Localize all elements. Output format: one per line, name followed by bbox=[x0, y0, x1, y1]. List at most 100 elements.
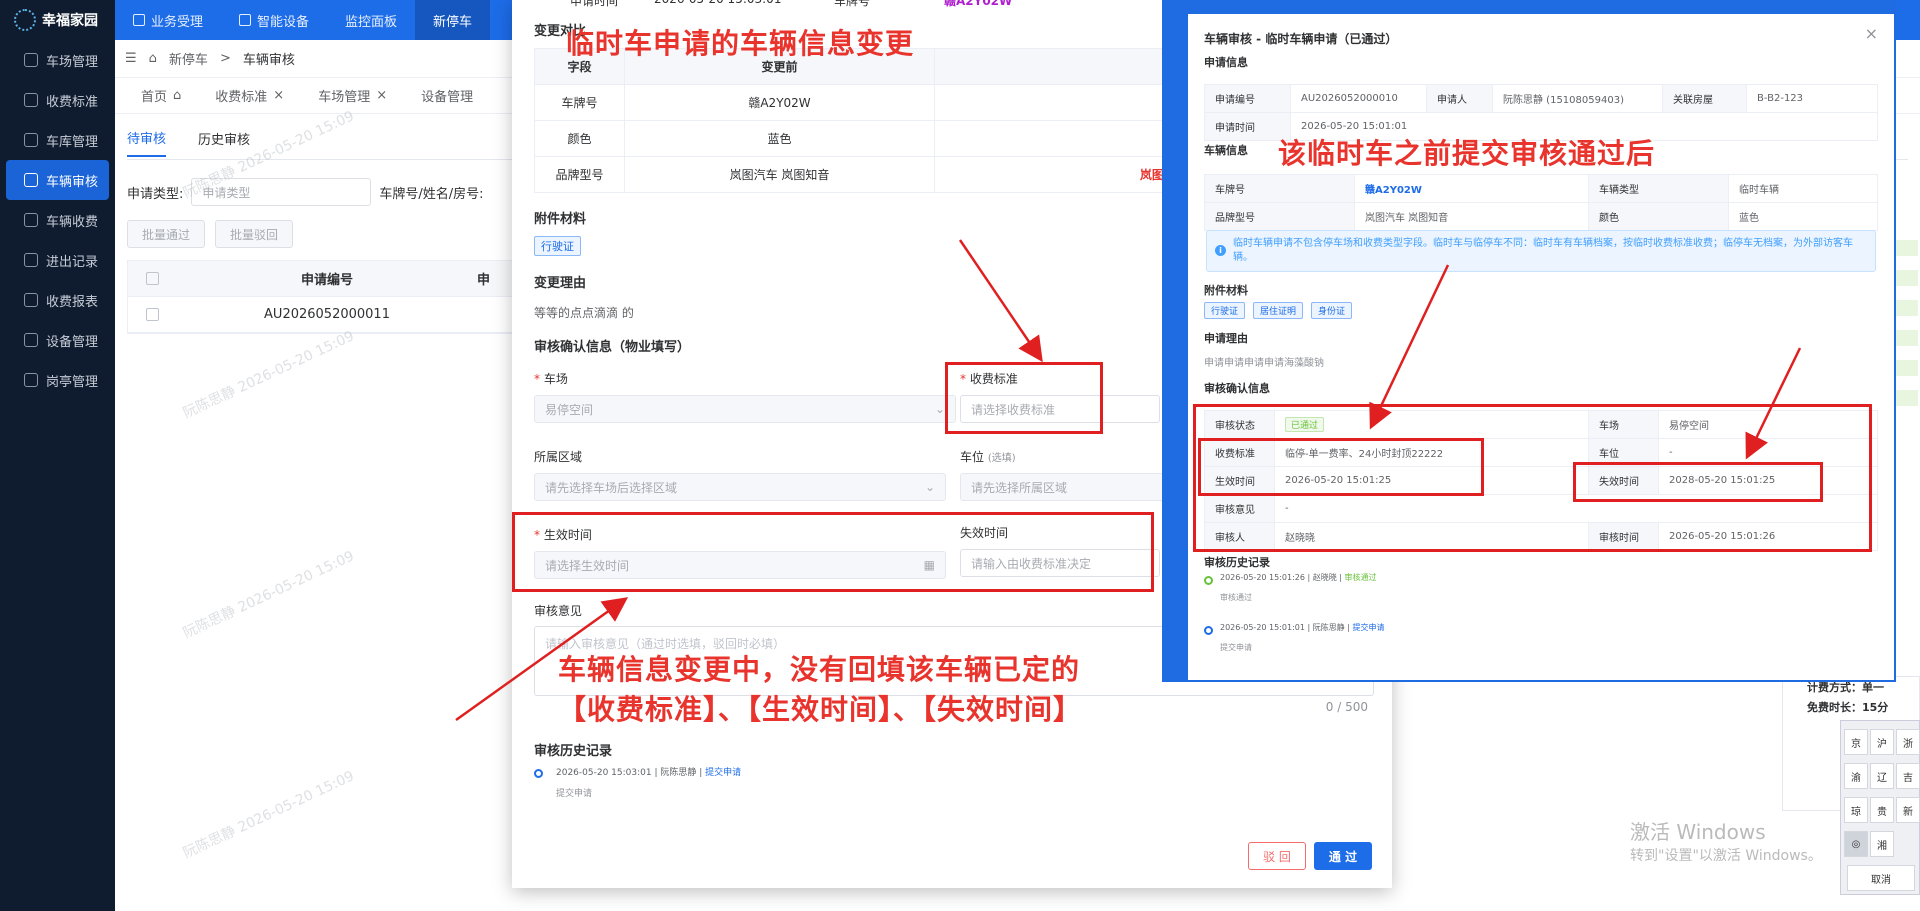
chevron-down-icon: ⌄ bbox=[924, 480, 935, 494]
attach-tag[interactable]: 身份证 bbox=[1311, 302, 1353, 319]
sidebar-item-fee-report[interactable]: 收费报表 bbox=[0, 280, 115, 320]
key[interactable]: 贵 bbox=[1870, 797, 1894, 823]
history-action: 提交申请 bbox=[1352, 623, 1385, 632]
close-icon[interactable]: × bbox=[376, 88, 387, 103]
lot-label-text: 车场 bbox=[543, 372, 568, 386]
device-icon bbox=[239, 14, 252, 26]
sidebar: 幸福家园 车场管理 收费标准 车库管理 车辆审核 车辆收费 进出记录 收费报表 … bbox=[0, 0, 115, 911]
filter-search-label: 车牌号/姓名/房号: bbox=[379, 186, 484, 202]
menu-toggle-icon[interactable]: ☰ bbox=[125, 51, 137, 66]
coin-icon bbox=[24, 213, 38, 227]
tab-history[interactable]: 历史审核 bbox=[198, 129, 250, 156]
attach-tag-license[interactable]: 行驶证 bbox=[534, 236, 581, 256]
status-stub bbox=[1896, 360, 1918, 376]
value-apply-time: 2026-05-20 15:03:01 bbox=[654, 0, 834, 14]
sidebar-item-parking-lot[interactable]: 车场管理 bbox=[0, 40, 115, 80]
batch-pass-button[interactable]: 批量通过 bbox=[127, 220, 206, 248]
key[interactable]: 沪 bbox=[1870, 729, 1894, 755]
batch-reject-button[interactable]: 批量驳回 bbox=[215, 220, 294, 248]
pass-button[interactable]: 通 过 bbox=[1314, 842, 1372, 870]
confirm-title: 审核确认信息（物业填写） bbox=[534, 340, 691, 355]
lot-select[interactable]: 易停空间 ⌄ bbox=[534, 395, 956, 423]
key[interactable]: 京 bbox=[1844, 729, 1868, 755]
reason-text: 等等的点点滴滴 的 bbox=[534, 306, 634, 320]
timeline-dot bbox=[534, 769, 543, 778]
key[interactable]: 辽 bbox=[1870, 763, 1894, 789]
sidebar-item-vehicle-audit[interactable]: 车辆审核 bbox=[6, 160, 109, 200]
topnav-new-parking[interactable]: 新停车 bbox=[415, 0, 491, 40]
breadcrumb-current: 车辆审核 bbox=[242, 53, 295, 68]
report-icon bbox=[24, 293, 38, 307]
space-select[interactable]: 请先选择所属区域 bbox=[960, 473, 1170, 501]
sidebar-item-fee-standard[interactable]: 收费标准 bbox=[0, 80, 115, 120]
topnav-business[interactable]: 业务受理 bbox=[115, 0, 221, 40]
topnav-monitor[interactable]: 监控面板 bbox=[327, 0, 415, 40]
tag-home[interactable]: 首页 ⌂ bbox=[127, 82, 195, 110]
attach-title: 附件材料 bbox=[534, 212, 587, 227]
vehicle-info-grid: 车牌号 赣A2Y02W 车辆类型 临时车辆 品牌型号 岚图汽车 岚图知音 颜色 … bbox=[1204, 174, 1878, 231]
attach-tag[interactable]: 行驶证 bbox=[1204, 302, 1246, 319]
history-entry: 2026-05-20 15:01:01 | 阮陈思静 | 提交申请 bbox=[1220, 622, 1385, 633]
reason-title: 变更理由 bbox=[534, 276, 587, 291]
label-apply-no: 申请编号 bbox=[1204, 84, 1291, 113]
sidebar-item-label: 车辆审核 bbox=[46, 174, 99, 190]
watermark: 阮陈思静 2026-05-20 15:09 bbox=[180, 768, 357, 862]
activation-title: 激活 Windows bbox=[1630, 820, 1766, 844]
annotation-box-time bbox=[512, 512, 1154, 592]
sidebar-item-label: 设备管理 bbox=[46, 334, 99, 350]
space-hint: (选填) bbox=[987, 453, 1016, 464]
area-label: 所属区域 bbox=[534, 450, 583, 464]
sidebar-item-access-log[interactable]: 进出记录 bbox=[0, 240, 115, 280]
annotation-box-end bbox=[1573, 462, 1823, 502]
sidebar-item-vehicle-fee[interactable]: 车辆收费 bbox=[0, 200, 115, 240]
reject-button[interactable]: 驳 回 bbox=[1248, 842, 1306, 870]
label-plate: 车牌号 bbox=[1204, 174, 1355, 203]
sidebar-item-garage[interactable]: 车库管理 bbox=[0, 120, 115, 160]
keyboard-toggle-icon[interactable]: ◎ bbox=[1844, 831, 1868, 857]
key[interactable]: 湘 bbox=[1870, 831, 1894, 857]
key[interactable]: 渝 bbox=[1844, 763, 1868, 789]
area-select[interactable]: 请先选择车场后选择区域 ⌄ bbox=[534, 473, 946, 501]
key[interactable]: 新 bbox=[1896, 797, 1920, 823]
value-apply-no: AU2026052000010 bbox=[1290, 84, 1427, 113]
label-applicant: 申请人 bbox=[1426, 84, 1493, 113]
tag-parking-lot[interactable]: 车场管理 × bbox=[304, 82, 401, 110]
key[interactable]: 浙 bbox=[1896, 729, 1920, 755]
notice-alert: i 临时车辆申请不包含停车场和收费类型字段。临时车与临停车不同：临时车有车辆档案… bbox=[1206, 230, 1876, 272]
watermark: 阮陈思静 2026-05-20 15:09 bbox=[180, 328, 357, 422]
reason-text: 申请申请申请申请海藻酸钠 bbox=[1204, 358, 1324, 369]
table-row[interactable]: AU2026052000011 bbox=[128, 297, 546, 333]
key[interactable]: 琼 bbox=[1844, 797, 1868, 823]
attach-tag[interactable]: 居住证明 bbox=[1253, 302, 1304, 319]
close-icon[interactable]: × bbox=[1865, 24, 1878, 43]
tag-label: 设备管理 bbox=[421, 90, 474, 105]
grid-row: 申请编号 AU2026052000010 申请人 阮陈思静 (151080594… bbox=[1204, 84, 1878, 113]
select-all-checkbox[interactable] bbox=[146, 272, 159, 285]
activation-hint: 转到"设置"以激活 Windows。 bbox=[1630, 848, 1822, 864]
sidebar-item-device[interactable]: 设备管理 bbox=[0, 320, 115, 360]
tag-device[interactable]: 设备管理 bbox=[407, 82, 487, 110]
sidebar-item-label: 进出记录 bbox=[46, 254, 99, 270]
tag-fee-standard[interactable]: 收费标准 × bbox=[201, 82, 298, 110]
approved-audit-dialog: 车辆审核 - 临时车辆申请（已通过） × 申请信息 申请编号 AU2026052… bbox=[1188, 14, 1894, 680]
history-sub: 提交申请 bbox=[556, 789, 593, 799]
audit-table: 申请编号 申 AU2026052000011 bbox=[127, 260, 547, 334]
row-checkbox[interactable] bbox=[146, 308, 159, 321]
status-stub bbox=[1896, 330, 1918, 346]
tag-label: 车场管理 bbox=[318, 90, 371, 105]
annotation-title: 临时车申请的车辆信息变更 bbox=[566, 27, 915, 60]
cell-before: 岚图汽车 岚图知音 bbox=[624, 156, 935, 193]
home-icon[interactable]: ⌂ bbox=[149, 51, 157, 66]
tab-pending[interactable]: 待审核 bbox=[127, 128, 167, 157]
key[interactable]: 吉 bbox=[1896, 763, 1920, 789]
breadcrumb-root[interactable]: 新停车 bbox=[169, 49, 208, 68]
cell-field: 品牌型号 bbox=[534, 156, 625, 193]
status-stub bbox=[1896, 390, 1918, 406]
close-icon[interactable]: × bbox=[273, 88, 284, 103]
keyboard-cancel-button[interactable]: 取消 bbox=[1847, 865, 1915, 891]
topnav-label: 新停车 bbox=[433, 14, 473, 30]
logo-icon bbox=[14, 9, 36, 31]
sidebar-item-booth[interactable]: 岗亭管理 bbox=[0, 360, 115, 400]
status-stub bbox=[1896, 240, 1918, 256]
topnav-smart-device[interactable]: 智能设备 bbox=[221, 0, 327, 40]
